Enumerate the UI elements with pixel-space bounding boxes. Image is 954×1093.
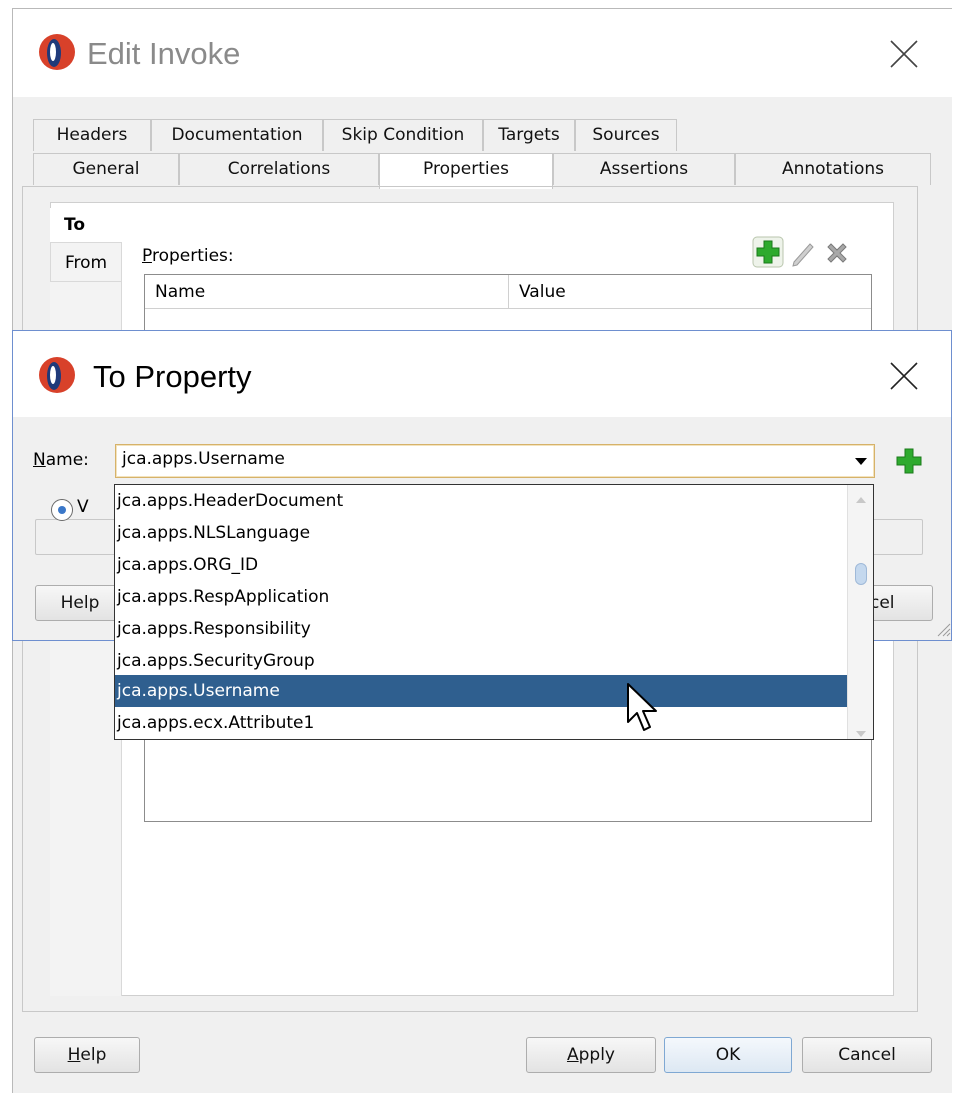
- help-button[interactable]: Help: [35, 585, 125, 621]
- scroll-up-icon[interactable]: [855, 489, 867, 509]
- tab-correlations[interactable]: Correlations: [179, 153, 379, 185]
- apply-button[interactable]: Apply: [526, 1037, 656, 1073]
- value-radio-button[interactable]: [51, 499, 73, 521]
- to-property-titlebar: To Property: [13, 331, 951, 417]
- chevron-down-icon[interactable]: [852, 453, 870, 469]
- tab-annotations[interactable]: Annotations: [735, 153, 931, 185]
- name-dropdown-list: jca.apps.HeaderDocument jca.apps.NLSLang…: [114, 484, 874, 740]
- scroll-down-icon[interactable]: [855, 723, 867, 743]
- help-button[interactable]: Help: [34, 1037, 140, 1073]
- properties-label: Properties:: [142, 246, 234, 266]
- tab-documentation[interactable]: Documentation: [151, 119, 323, 151]
- side-tab-to[interactable]: To: [50, 208, 122, 242]
- dialog-title: Edit Invoke: [87, 36, 241, 71]
- delete-icon[interactable]: [822, 238, 854, 270]
- ok-button[interactable]: OK: [664, 1037, 792, 1073]
- scrollbar-thumb[interactable]: [855, 563, 867, 585]
- app-logo-icon: [37, 355, 77, 395]
- dropdown-scrollbar[interactable]: [847, 485, 873, 739]
- tab-targets[interactable]: Targets: [483, 119, 575, 151]
- radio-selected-dot: [58, 506, 66, 514]
- cancel-button[interactable]: Cancel: [802, 1037, 932, 1073]
- name-combobox-value: jca.apps.Username: [122, 449, 285, 469]
- mouse-pointer-icon: [626, 682, 662, 736]
- tab-skip-condition[interactable]: Skip Condition: [323, 119, 483, 151]
- column-header-value[interactable]: Value: [509, 275, 871, 309]
- dropdown-item[interactable]: jca.apps.Responsibility: [115, 613, 847, 645]
- tab-sources[interactable]: Sources: [575, 119, 677, 151]
- dialog-title: To Property: [93, 359, 252, 394]
- dropdown-item[interactable]: jca.apps.SecurityGroup: [115, 645, 847, 677]
- edit-pencil-icon[interactable]: [788, 238, 820, 270]
- app-logo-icon: [37, 32, 77, 72]
- name-combobox[interactable]: jca.apps.Username: [115, 444, 875, 478]
- dropdown-item[interactable]: jca.apps.RespApplication: [115, 581, 847, 613]
- tab-assertions[interactable]: Assertions: [553, 153, 735, 185]
- tab-headers[interactable]: Headers: [33, 119, 151, 151]
- dropdown-item-selected[interactable]: jca.apps.Username: [115, 675, 847, 707]
- close-icon[interactable]: [889, 361, 919, 396]
- dropdown-item[interactable]: jca.apps.HeaderDocument: [115, 485, 847, 517]
- edit-invoke-titlebar: Edit Invoke: [13, 9, 953, 97]
- radio-label: V: [77, 497, 89, 517]
- dropdown-item[interactable]: jca.apps.ecx.Attribute1: [115, 707, 847, 739]
- side-tab-from[interactable]: From: [50, 242, 122, 282]
- close-icon[interactable]: [889, 39, 919, 69]
- resize-grip-icon[interactable]: [935, 621, 951, 637]
- name-label: Name:: [33, 450, 89, 470]
- tab-general[interactable]: General: [33, 153, 179, 185]
- add-icon[interactable]: [893, 445, 925, 477]
- dropdown-item[interactable]: jca.apps.ORG_ID: [115, 549, 847, 581]
- tab-properties[interactable]: Properties: [379, 153, 553, 189]
- column-header-name[interactable]: Name: [145, 275, 509, 309]
- dropdown-item[interactable]: jca.apps.NLSLanguage: [115, 517, 847, 549]
- add-icon[interactable]: [752, 236, 784, 268]
